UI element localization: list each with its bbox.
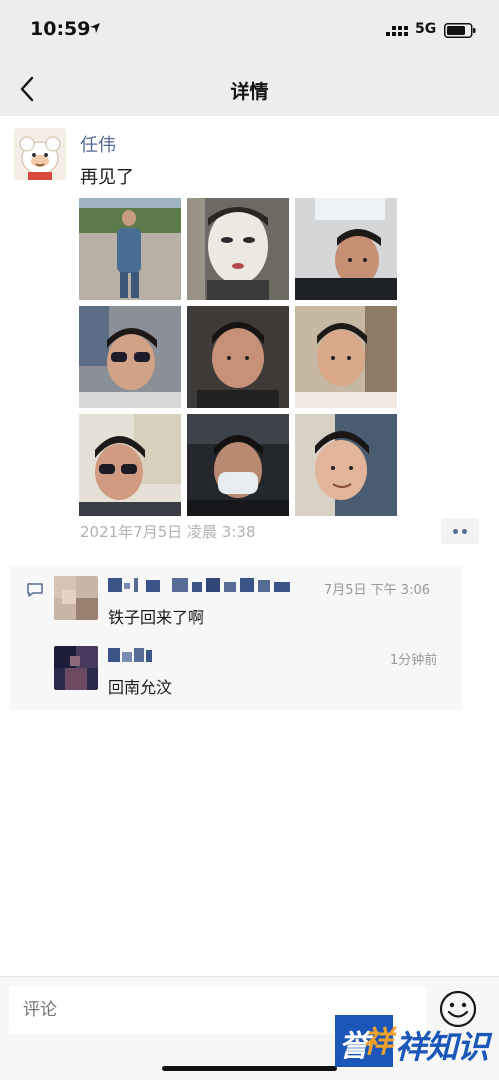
nav-bar: 详情 [0,62,499,116]
status-bar: 10:59 5G [0,0,499,62]
battery-icon [444,23,476,38]
commenter-name-pixelated[interactable] [108,648,154,664]
photo-thumbnail[interactable] [295,414,397,516]
photo-thumbnail[interactable] [187,306,289,408]
location-arrow-icon [90,23,100,33]
photo-thumbnail[interactable] [295,198,397,300]
photo-grid [79,198,397,516]
home-indicator [162,1066,337,1071]
comment-time: 7月5日 下午 3:06 [324,583,430,598]
photo-thumbnail[interactable] [187,198,289,300]
photo-thumbnail[interactable] [187,414,289,516]
page-title: 详情 [230,81,269,103]
photo-thumbnail[interactable] [79,198,181,300]
status-time: 10:59 [30,18,91,40]
dot-icon [462,529,467,534]
comment-bubble-icon [27,583,43,597]
post-text: 再见了 [80,167,134,188]
network-label: 5G [415,21,437,37]
commenter-name-pixelated[interactable] [108,578,293,594]
comment-text: 回南允汶 [108,678,173,697]
photo-thumbnail[interactable] [295,306,397,408]
comment-text: 铁子回来了啊 [108,608,205,627]
author-name[interactable]: 任伟 [80,131,116,157]
author-avatar[interactable] [14,128,66,180]
signal-dots-icon [386,26,408,36]
commenter-avatar[interactable] [54,646,98,690]
more-options-button[interactable] [441,518,479,544]
watermark-char: 祥 [363,1025,393,1060]
watermark-badge: 誉 祥 [335,1015,393,1067]
photo-thumbnail[interactable] [79,414,181,516]
comments-section: 7月5日 下午 3:06 铁子回来了啊 1分钟前 回南允汶 [10,566,462,710]
post-timestamp: 2021年7月5日 凌晨 3:38 [80,523,256,541]
watermark-text: 祥知识 [395,1028,489,1066]
photo-thumbnail[interactable] [79,306,181,408]
commenter-avatar[interactable] [54,576,98,620]
comment-time: 1分钟前 [390,653,438,668]
dot-icon [453,529,458,534]
watermark-logo: 誉 祥 祥知识 [335,1015,490,1067]
